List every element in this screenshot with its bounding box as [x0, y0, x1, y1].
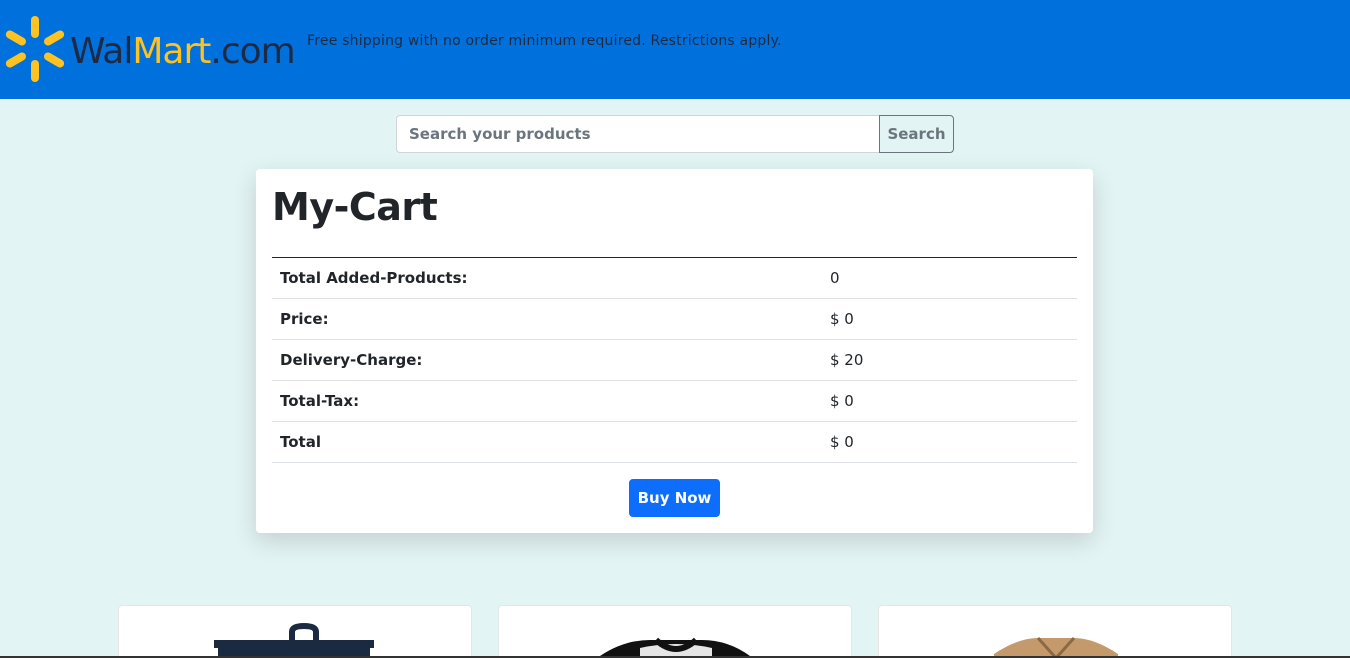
- row-value: 0: [822, 257, 1077, 299]
- row-value: $ 0: [822, 421, 1077, 463]
- row-label: Delivery-Charge:: [272, 339, 822, 381]
- table-row: Total $ 0: [272, 421, 1077, 463]
- shirt-image: [600, 637, 750, 658]
- cart-panel: My-Cart Total Added-Products: 0 Price: $…: [256, 169, 1093, 533]
- table-row: Total Added-Products: 0: [272, 257, 1077, 299]
- table-row: Price: $ 0: [272, 298, 1077, 340]
- row-label: Price:: [272, 298, 822, 340]
- search-bar: Search: [396, 115, 954, 153]
- row-label: Total: [272, 421, 822, 463]
- product-card[interactable]: [498, 605, 852, 658]
- site-header: WalMart.com Free shipping with no order …: [0, 0, 1350, 99]
- cart-summary-table: Total Added-Products: 0 Price: $ 0 Deliv…: [272, 257, 1077, 463]
- jacket-image: [994, 636, 1118, 658]
- row-value: $ 0: [822, 380, 1077, 422]
- logo-wordmark: WalMart.com: [70, 31, 296, 72]
- product-card[interactable]: [878, 605, 1232, 658]
- table-row: Total-Tax: $ 0: [272, 380, 1077, 422]
- cart-title: My-Cart: [272, 185, 438, 229]
- search-button[interactable]: Search: [879, 115, 954, 153]
- buy-now-button[interactable]: Buy Now: [629, 479, 720, 517]
- product-card[interactable]: [118, 605, 472, 658]
- product-grid: [0, 605, 1350, 658]
- spark-icon: [5, 16, 65, 82]
- walmart-logo[interactable]: WalMart.com: [2, 14, 308, 84]
- row-label: Total Added-Products:: [272, 257, 822, 299]
- row-label: Total-Tax:: [272, 380, 822, 422]
- search-input[interactable]: [396, 115, 880, 153]
- row-value: $ 20: [822, 339, 1077, 381]
- table-row: Delivery-Charge: $ 20: [272, 339, 1077, 381]
- row-value: $ 0: [822, 298, 1077, 340]
- shipping-tagline: Free shipping with no order minimum requ…: [307, 33, 782, 49]
- bag-image: [214, 622, 374, 658]
